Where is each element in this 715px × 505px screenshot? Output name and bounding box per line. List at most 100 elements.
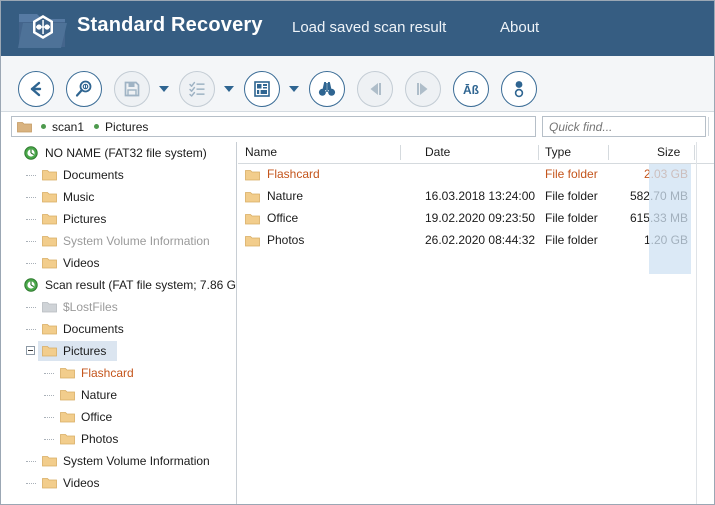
checklist-dropdown-caret-icon[interactable]: [224, 86, 234, 92]
cell-date: 16.03.2018 13:24:00: [425, 189, 536, 203]
tree-item-flashcard[interactable]: Flashcard: [2, 362, 236, 384]
cell-type: File folder: [545, 167, 598, 181]
tree-item-label: Pictures: [63, 212, 107, 226]
folder-icon: [245, 190, 260, 203]
column-header-type[interactable]: Type: [545, 145, 571, 159]
breadcrumb-dot-icon: [41, 124, 46, 129]
tree-item-music[interactable]: Music: [2, 186, 236, 208]
tree-item-videos[interactable]: Videos: [2, 472, 236, 494]
folder-tree-panel[interactable]: NO NAME (FAT32 file system) Documents Musi…: [2, 142, 237, 504]
tree-item-pictures[interactable]: Pictures: [2, 340, 236, 362]
tree-item-nature[interactable]: Nature: [2, 384, 236, 406]
file-list-panel[interactable]: Name Date Type Size Flashcard File folder…: [238, 142, 714, 504]
tree-item-system-volume-information[interactable]: System Volume Information: [2, 230, 236, 252]
table-row[interactable]: Flashcard File folder 2.03 GB: [238, 164, 714, 186]
find-previous-button[interactable]: [357, 71, 393, 107]
column-header-name[interactable]: Name: [245, 145, 277, 159]
breadcrumb-dot-icon: [94, 124, 100, 129]
search-icon[interactable]: [708, 117, 714, 136]
tree-item-label: System Volume Information: [63, 234, 210, 248]
tree-item-label: $LostFiles: [63, 300, 118, 314]
tree-item-videos[interactable]: Videos: [2, 252, 236, 274]
cell-name: Photos: [267, 233, 305, 247]
disk-map-icon: [252, 79, 272, 99]
floppy-save-icon: [122, 79, 142, 99]
table-row[interactable]: Photos 26.02.2020 08:44:32 File folder 1.20…: [238, 230, 714, 252]
column-divider[interactable]: [538, 145, 539, 160]
column-header-date[interactable]: Date: [425, 145, 450, 159]
disk-map-dropdown-caret-icon[interactable]: [289, 86, 299, 92]
save-dropdown-caret-icon[interactable]: [159, 86, 169, 92]
disk-icon: [24, 146, 38, 163]
tree-item-pictures[interactable]: Pictures: [2, 208, 236, 230]
cell-name: Office: [267, 211, 299, 225]
magnifier-disk-icon: [74, 79, 94, 99]
disk-icon: [24, 278, 38, 295]
cell-size: 1.20 GB: [643, 233, 688, 247]
search-input[interactable]: [543, 117, 708, 136]
find-button[interactable]: [309, 71, 345, 107]
tree-item-label: Nature: [81, 388, 118, 402]
tree-connector-icon: [26, 263, 36, 264]
breadcrumb-segment-0[interactable]: scan1: [41, 120, 84, 134]
ab-codepage-icon: Āß: [458, 79, 484, 99]
tree-item-documents[interactable]: Documents: [2, 164, 236, 186]
tree-item-scan-result-fat-file-system-7-86-gb-in-56[interactable]: Scan result (FAT file system; 7.86 GB in…: [2, 274, 236, 296]
folder-icon: [60, 411, 75, 426]
tree-connector-icon: [26, 307, 36, 308]
nav-load-saved-scan-result[interactable]: Load saved scan result: [292, 19, 446, 36]
breadcrumb-segment-label: Pictures: [105, 119, 149, 134]
tree-collapse-toggle-icon[interactable]: [26, 346, 35, 355]
breadcrumb-segment-label: scan1: [52, 119, 85, 134]
prev-arrow-icon: [365, 79, 385, 99]
tree-item-photos[interactable]: Photos: [2, 428, 236, 450]
tree-connector-icon: [26, 483, 36, 484]
folder-icon: [60, 367, 75, 382]
checklist-button[interactable]: [179, 71, 215, 107]
back-button[interactable]: [18, 71, 54, 107]
account-button[interactable]: [501, 71, 537, 107]
tree-item-system-volume-information[interactable]: System Volume Information: [2, 450, 236, 472]
tree-item-label: Pictures: [63, 344, 107, 358]
tree-connector-icon: [26, 329, 36, 330]
tree-item-documents[interactable]: Documents: [2, 318, 236, 340]
breadcrumb[interactable]: scan1 Pictures: [11, 116, 536, 137]
tree-connector-icon: [26, 461, 36, 462]
column-divider[interactable]: [694, 145, 695, 160]
tree-connector-icon: [26, 241, 36, 242]
tree-item-label: Videos: [63, 256, 100, 270]
tree-item-office[interactable]: Office: [2, 406, 236, 428]
folder-grey-icon: [42, 301, 57, 316]
tree-item-label: Office: [81, 410, 113, 424]
tree-connector-icon: [44, 417, 54, 418]
tree-item-lostfiles[interactable]: $LostFiles: [2, 296, 236, 318]
checklist-icon: [187, 79, 207, 99]
tree-connector-icon: [44, 373, 54, 374]
folder-icon: [42, 213, 57, 228]
disk-map-button[interactable]: [244, 71, 280, 107]
codepage-button[interactable]: Āß: [453, 71, 489, 107]
column-header-size[interactable]: Size: [657, 145, 680, 159]
nav-about[interactable]: About: [500, 19, 539, 36]
table-row[interactable]: Nature 16.03.2018 13:24:00 File folder 582.…: [238, 186, 714, 208]
tree-connector-icon: [26, 219, 36, 220]
breadcrumb-segment-1[interactable]: Pictures: [94, 120, 148, 134]
arrow-left-icon: [26, 79, 46, 99]
tree-item-label: Videos: [63, 476, 100, 490]
column-divider[interactable]: [608, 145, 609, 160]
next-arrow-icon: [413, 79, 433, 99]
quick-find-box: [542, 116, 709, 137]
folder-hex-logo-icon: [17, 7, 69, 51]
folder-icon: [42, 257, 57, 272]
scan-button[interactable]: [66, 71, 102, 107]
tree-item-label: Flashcard: [81, 366, 134, 380]
tree-connector-icon: [26, 197, 36, 198]
tree-item-no-name-fat32-file-system[interactable]: NO NAME (FAT32 file system): [2, 142, 236, 164]
folder-icon: [42, 191, 57, 206]
table-row[interactable]: Office 19.02.2020 09:23:50 File folder 615.…: [238, 208, 714, 230]
list-right-divider: [696, 142, 697, 504]
column-divider[interactable]: [400, 145, 401, 160]
find-next-button[interactable]: [405, 71, 441, 107]
save-button[interactable]: [114, 71, 150, 107]
app-header: Standard Recovery Load saved scan result…: [1, 1, 714, 56]
